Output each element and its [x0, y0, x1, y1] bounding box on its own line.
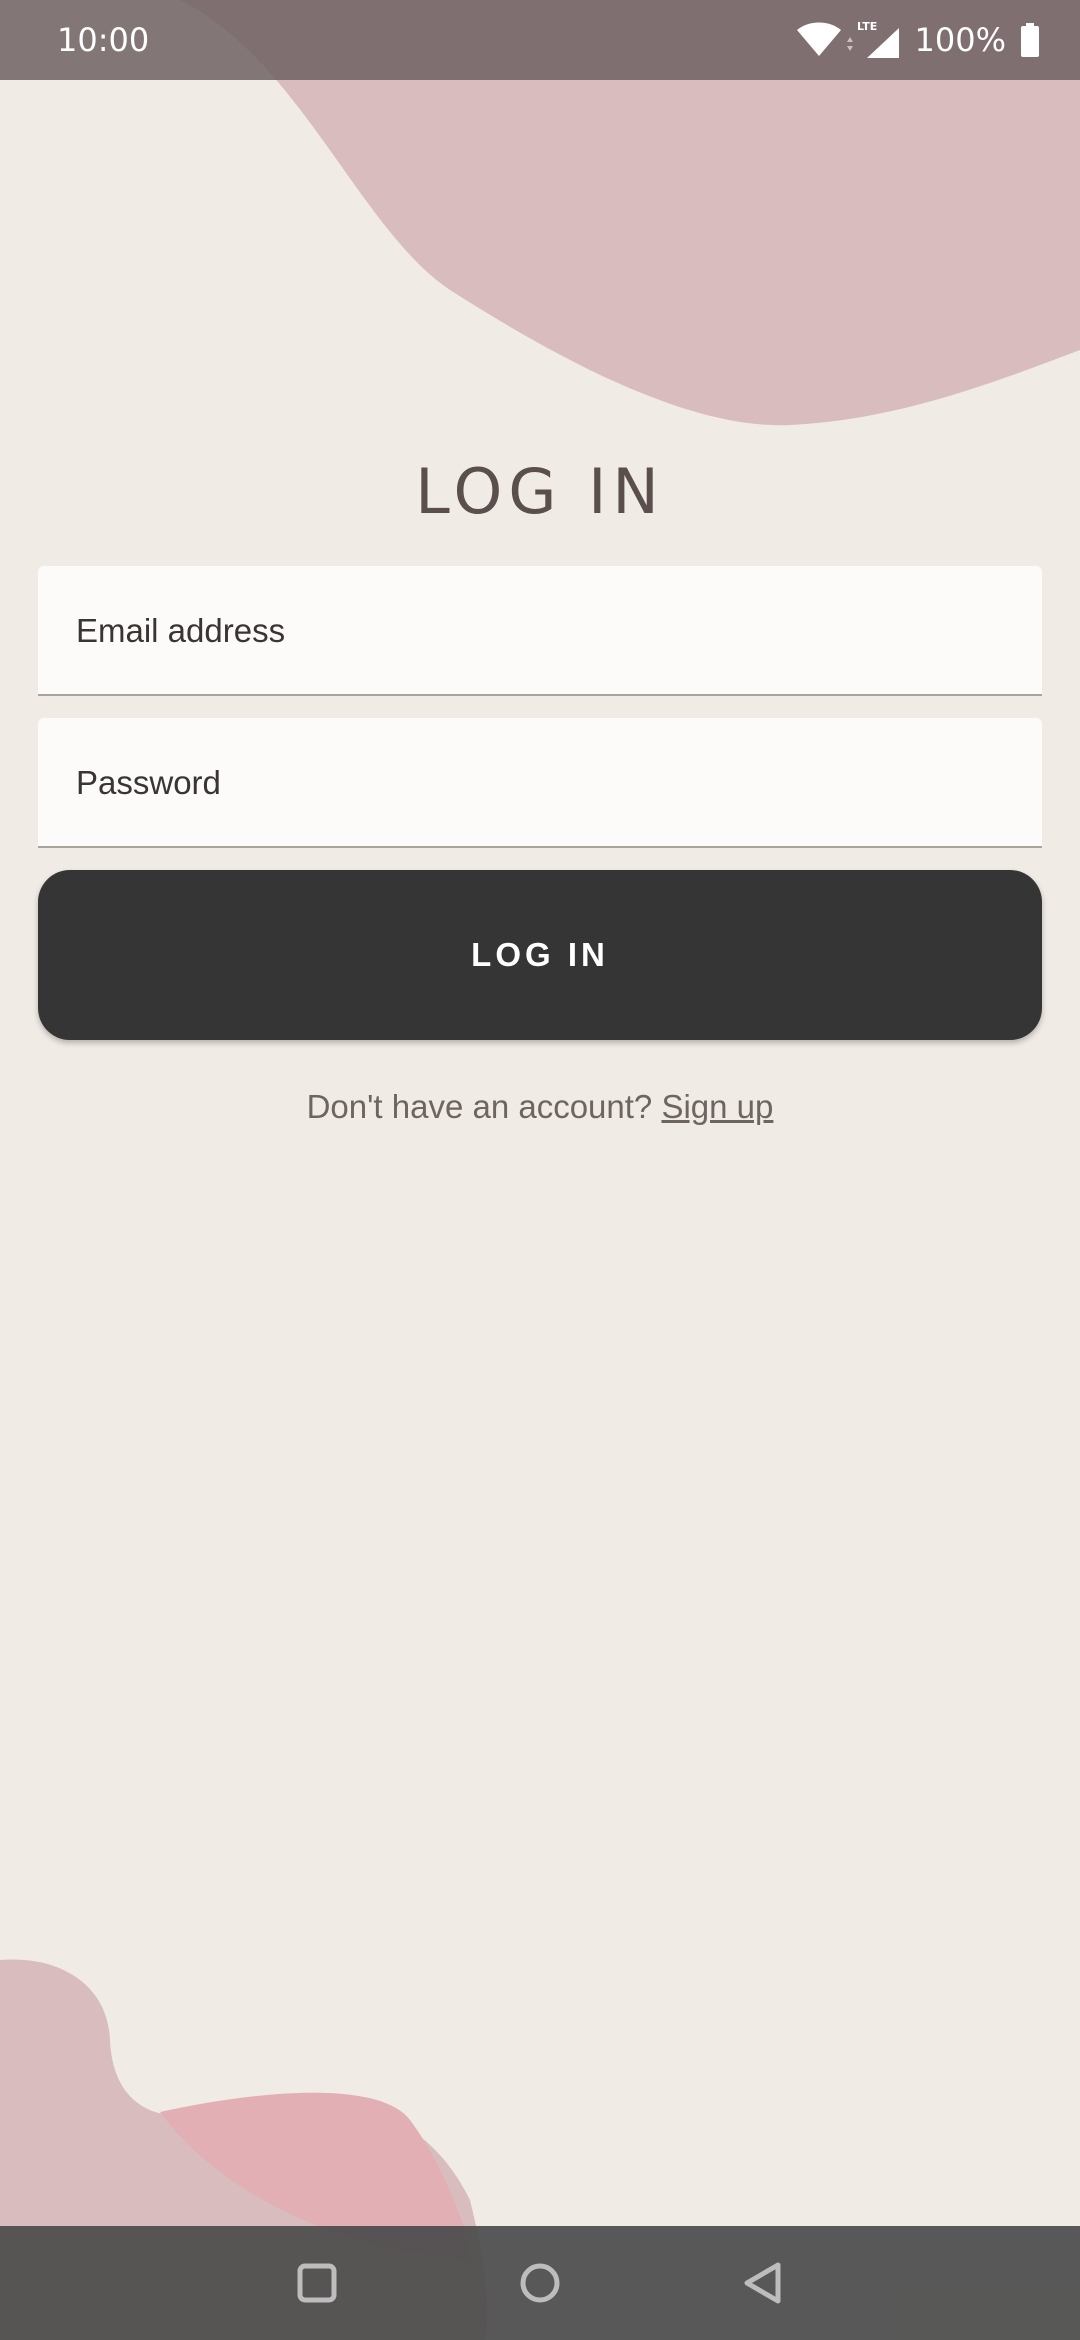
square-recent-apps-icon[interactable]	[287, 2253, 347, 2313]
background-decoration	[0, 0, 1080, 2340]
status-bar: 10:00 LTE 100%	[0, 0, 1080, 80]
lte-signal-icon: LTE	[846, 20, 899, 58]
email-field[interactable]	[38, 566, 1042, 696]
login-button[interactable]: LOG IN	[38, 870, 1042, 1040]
battery-icon	[1021, 23, 1039, 57]
password-field[interactable]	[38, 718, 1042, 848]
page-title: LOG IN	[415, 454, 665, 528]
circle-home-icon[interactable]	[510, 2253, 570, 2313]
signup-prompt: Don't have an account?	[306, 1088, 653, 1125]
navigation-bar	[0, 2226, 1080, 2340]
wifi-icon	[796, 22, 841, 56]
network-label: LTE	[857, 20, 877, 33]
triangle-back-icon[interactable]	[733, 2253, 793, 2313]
status-time: 10:00	[57, 21, 150, 59]
signup-link[interactable]: Sign up	[661, 1088, 773, 1125]
password-input[interactable]	[76, 748, 1006, 818]
email-input[interactable]	[76, 596, 1006, 666]
signup-row: Don't have an account? Sign up	[0, 1082, 1080, 1132]
battery-percent: 100%	[914, 21, 1006, 59]
status-icons: LTE 100%	[795, 18, 1040, 62]
